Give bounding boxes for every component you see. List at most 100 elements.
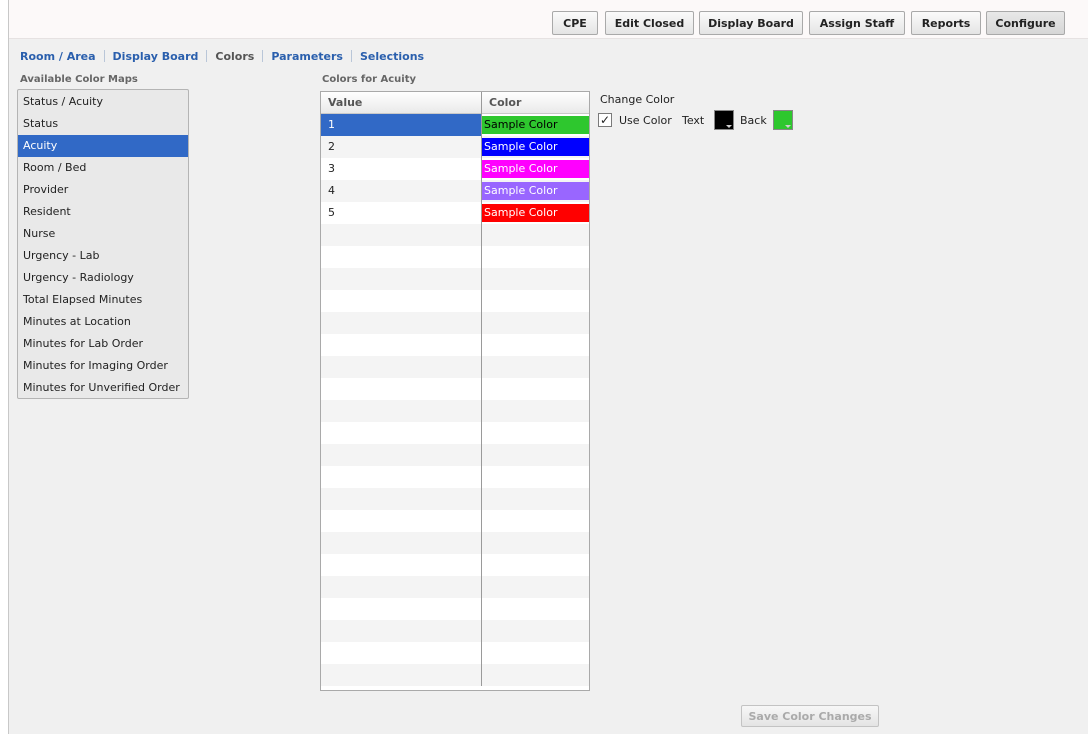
color-map-item[interactable]: Resident [18,201,188,223]
color-cell [482,334,589,356]
value-cell [321,488,482,510]
table-row [321,334,589,356]
value-cell: 3 [321,158,482,180]
color-map-item[interactable]: Minutes for Lab Order [18,333,188,355]
table-row [321,312,589,334]
table-row[interactable]: 2 Sample Color [321,136,589,158]
color-cell [482,312,589,334]
color-map-item[interactable]: Room / Bed [18,157,188,179]
subnav-separator [206,50,208,62]
value-column-header[interactable]: Value [321,92,482,114]
color-map-item[interactable]: Status [18,113,188,135]
color-cell [482,664,589,686]
color-map-item[interactable]: Total Elapsed Minutes [18,289,188,311]
table-row [321,378,589,400]
value-cell [321,290,482,312]
value-cell [321,664,482,686]
value-cell [321,510,482,532]
color-cell [482,246,589,268]
text-color-picker[interactable] [714,110,734,130]
subnav-separator [350,50,352,62]
color-maps-heading: Available Color Maps [20,74,138,85]
text-color-label: Text [682,114,705,127]
color-map-item[interactable]: Acuity [18,135,188,157]
value-cell [321,444,482,466]
subnav-colors[interactable]: Colors [215,50,254,63]
colors-table: Value Color 1 Sample Color 2 Sample Color 3 S… [320,91,590,691]
color-cell [482,576,589,598]
reports-button[interactable]: Reports [911,11,981,35]
color-map-item[interactable]: Minutes at Location [18,311,188,333]
value-cell [321,642,482,664]
color-map-item[interactable]: Nurse [18,223,188,245]
color-column-header[interactable]: Color [482,92,589,114]
value-cell [321,620,482,642]
value-cell [321,224,482,246]
table-row [321,642,589,664]
configure-button[interactable]: Configure [986,11,1065,35]
subnav-display-board[interactable]: Display Board [113,50,199,63]
assign-staff-button[interactable]: Assign Staff [809,11,905,35]
table-row[interactable]: 3 Sample Color [321,158,589,180]
table-row [321,246,589,268]
color-cell [482,356,589,378]
table-header: Value Color [321,92,589,114]
color-cell [482,268,589,290]
cpe-button[interactable]: CPE [552,11,598,35]
table-row[interactable]: 4 Sample Color [321,180,589,202]
table-row [321,224,589,246]
color-cell: Sample Color [482,202,589,224]
value-cell: 5 [321,202,482,224]
back-color-picker[interactable] [773,110,793,130]
color-cell [482,510,589,532]
color-map-item[interactable]: Urgency - Radiology [18,267,188,289]
subnav-room-area[interactable]: Room / Area [20,50,96,63]
value-cell [321,554,482,576]
color-cell [482,224,589,246]
display-board-button[interactable]: Display Board [699,11,803,35]
table-row[interactable]: 5 Sample Color [321,202,589,224]
subnav-separator [262,50,264,62]
color-cell [482,532,589,554]
save-color-changes-button[interactable]: Save Color Changes [741,705,879,727]
subnav-parameters[interactable]: Parameters [271,50,343,63]
table-row [321,488,589,510]
table-row [321,268,589,290]
table-row [321,290,589,312]
color-cell: Sample Color [482,136,589,158]
back-color-label: Back [740,114,767,127]
value-cell [321,356,482,378]
sample-color-swatch: Sample Color [482,138,589,156]
color-map-item[interactable]: Minutes for Imaging Order [18,355,188,377]
colors-table-heading: Colors for Acuity [322,74,417,85]
value-cell [321,378,482,400]
config-subnav: Room / Area Display Board Colors Paramet… [20,48,424,64]
color-cell [482,620,589,642]
use-color-checkbox[interactable]: ✓ [598,113,612,127]
color-cell [482,488,589,510]
color-cell [482,642,589,664]
color-map-item[interactable]: Urgency - Lab [18,245,188,267]
edit-closed-button[interactable]: Edit Closed [605,11,694,35]
color-cell [482,598,589,620]
use-color-label: Use Color [619,114,672,127]
table-row [321,554,589,576]
color-map-item[interactable]: Status / Acuity [18,91,188,113]
value-cell [321,268,482,290]
color-map-item[interactable]: Provider [18,179,188,201]
color-cell [482,444,589,466]
table-row [321,422,589,444]
color-cell: Sample Color [482,114,589,136]
value-cell [321,576,482,598]
table-row[interactable]: 1 Sample Color [321,114,589,136]
color-cell [482,422,589,444]
color-map-item[interactable]: Minutes for Unverified Order [18,377,188,399]
subnav-separator [103,50,105,62]
color-cell [482,290,589,312]
table-row [321,576,589,598]
subnav-selections[interactable]: Selections [360,50,424,63]
change-color-title: Change Color [600,93,675,106]
table-row [321,510,589,532]
value-cell [321,246,482,268]
value-cell [321,334,482,356]
